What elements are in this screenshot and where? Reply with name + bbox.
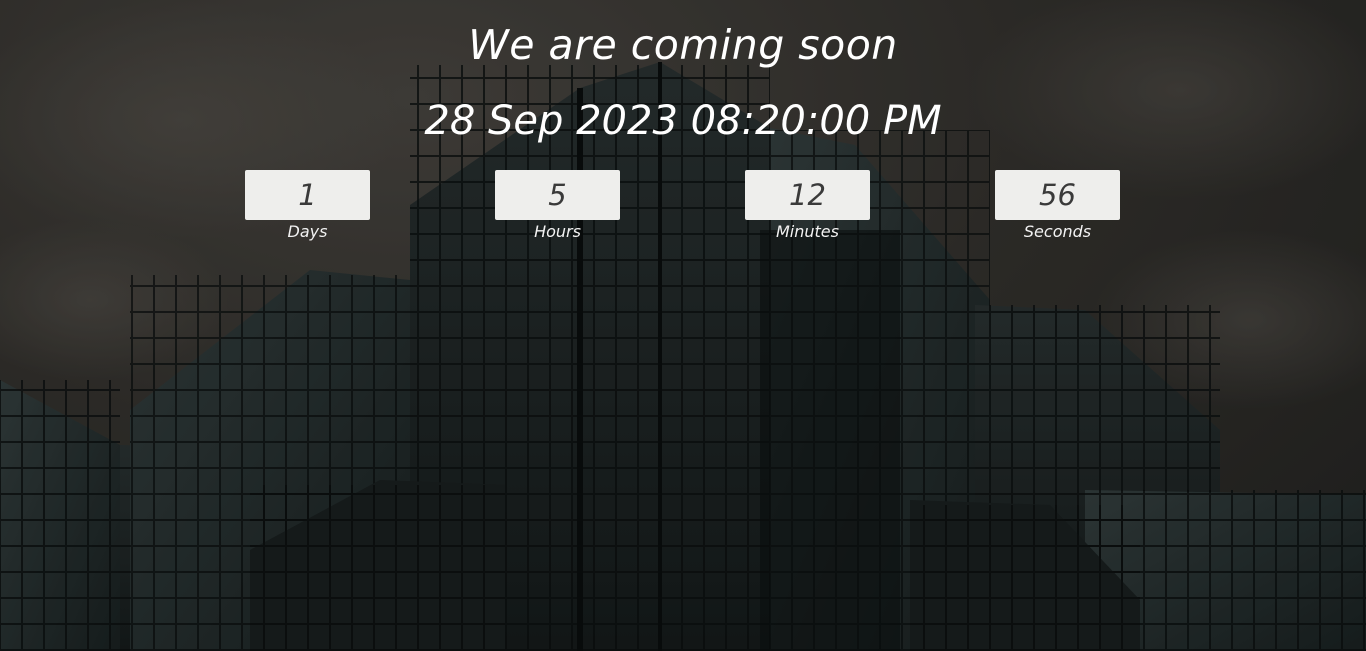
countdown-seconds: 56 Seconds bbox=[995, 170, 1120, 241]
minutes-value: 12 bbox=[745, 170, 870, 220]
seconds-value: 56 bbox=[995, 170, 1120, 220]
launch-date: 28 Sep 2023 08:20:00 PM bbox=[424, 98, 942, 144]
countdown-hours: 5 Hours bbox=[495, 170, 620, 241]
days-value: 1 bbox=[245, 170, 370, 220]
page-title: We are coming soon bbox=[468, 21, 898, 69]
hours-value: 5 bbox=[495, 170, 620, 220]
coming-soon-panel: We are coming soon 28 Sep 2023 08:20:00 … bbox=[0, 0, 1366, 651]
hours-label: Hours bbox=[534, 222, 581, 241]
minutes-label: Minutes bbox=[776, 222, 839, 241]
countdown-days: 1 Days bbox=[245, 170, 370, 241]
countdown-minutes: 12 Minutes bbox=[745, 170, 870, 241]
days-label: Days bbox=[287, 222, 328, 241]
seconds-label: Seconds bbox=[1023, 222, 1092, 241]
